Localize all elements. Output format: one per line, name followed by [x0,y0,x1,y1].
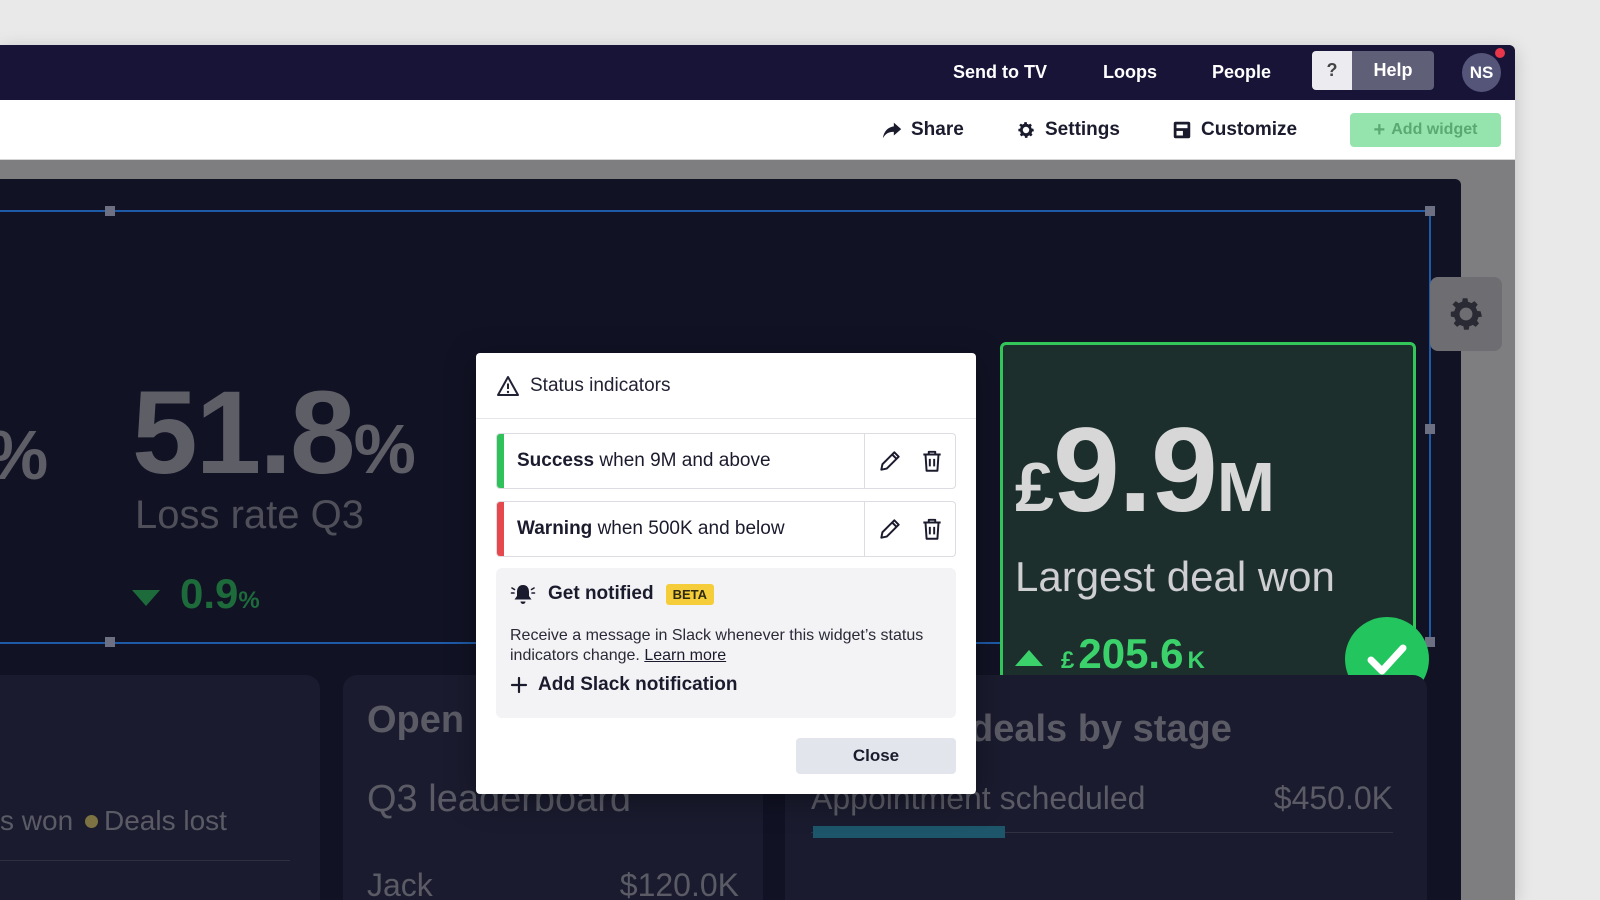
indicator-row-success[interactable]: Success when 9M and above [496,433,956,489]
indicator-row-warning[interactable]: Warning when 500K and below [496,501,956,557]
divider [864,434,865,488]
settings-label: Settings [1045,119,1120,140]
modal-title: Status indicators [530,374,671,396]
avatar[interactable]: NS [1462,53,1501,92]
help-button[interactable]: Help [1352,51,1434,90]
indicator-text: Success when 9M and above [517,450,771,471]
bell-icon [510,585,536,604]
customize-icon [1173,121,1191,139]
resize-handle[interactable] [1425,424,1435,434]
leaderboard-row-value: $120.0K [619,867,739,900]
divider [864,502,865,556]
stage-progress-bar [813,826,1005,838]
share-label: Share [911,119,964,140]
loss-rate-value: 51.8% [132,367,416,499]
add-widget-label: Add widget [1391,121,1478,138]
get-notified-section: Get notified BETA Receive a message in S… [496,568,956,718]
largest-deal-value: £9.9M [1015,403,1275,537]
indicator-color-bar [497,502,504,556]
legend-deals-won: s won [0,805,74,836]
trash-icon[interactable] [919,516,945,542]
beta-badge: BETA [665,583,714,605]
deals-by-stage-title: deals by stage [970,708,1232,750]
modal-header: Status indicators [476,353,976,419]
add-widget-button[interactable]: + Add widget [1350,113,1501,147]
kpi-partial-value: % [0,371,48,507]
notification-dot [1495,48,1505,58]
get-notified-description: Receive a message in Slack whenever this… [510,627,924,664]
get-notified-header: Get notified BETA [510,582,714,606]
pencil-icon[interactable] [877,448,903,474]
triangle-up-icon [1015,650,1043,666]
resize-handle[interactable] [105,637,115,647]
nav-loops[interactable]: Loops [1103,45,1157,100]
legend-dot [85,814,98,828]
customize-button[interactable]: Customize [1171,100,1297,160]
gear-icon [1018,122,1034,138]
largest-deal-label: Largest deal won [1015,553,1335,600]
add-slack-label: Add Slack notification [538,674,738,695]
resize-handle[interactable] [1425,206,1435,216]
plus-icon: + [1373,118,1386,141]
close-button[interactable]: Close [796,738,956,774]
leaderboard-row-name: Jack [367,867,433,900]
stage-row-value: $450.0K [1273,780,1393,816]
selection-border-top [0,210,1430,212]
indicator-text: Warning when 500K and below [517,518,785,539]
help-button-group[interactable]: ? Help [1312,51,1434,90]
resize-handle[interactable] [105,206,115,216]
learn-more-link[interactable]: Learn more [644,647,726,664]
share-button[interactable]: Share [881,100,964,160]
share-icon [882,122,902,139]
widget-settings-button[interactable] [1430,277,1502,351]
get-notified-title: Get notified [548,583,654,604]
top-nav-bar: Send to TV Loops People ? Help NS [0,45,1515,100]
app-window: Send to TV Loops People ? Help NS Share … [0,45,1515,900]
gear-icon [1450,298,1482,330]
add-slack-notification-button[interactable]: Add Slack notification [510,674,738,696]
leaderboard-title: Open [367,699,465,741]
loss-rate-delta: 0.9% [132,570,260,618]
pencil-icon[interactable] [877,516,903,542]
deals-chart-panel: s won Deals lost [0,675,320,900]
legend-deals-lost: Deals lost [85,805,227,837]
divider [0,860,290,861]
customize-label: Customize [1201,119,1298,140]
largest-deal-delta: £205.6 K [1015,630,1205,678]
plus-icon [510,676,528,694]
triangle-down-icon [132,590,160,606]
warning-triangle-icon [497,375,519,396]
loss-rate-label: Loss rate Q3 [135,493,365,537]
trash-icon[interactable] [919,448,945,474]
status-indicators-modal: Status indicators Success when 9M and ab… [476,353,976,794]
nav-send-to-tv[interactable]: Send to TV [953,45,1047,100]
dashboard-toolbar: Share Settings Customize + Add widget [0,100,1515,160]
indicator-color-bar [497,434,504,488]
nav-people[interactable]: People [1212,45,1271,100]
question-icon[interactable]: ? [1312,51,1352,90]
settings-button[interactable]: Settings [1015,100,1120,160]
